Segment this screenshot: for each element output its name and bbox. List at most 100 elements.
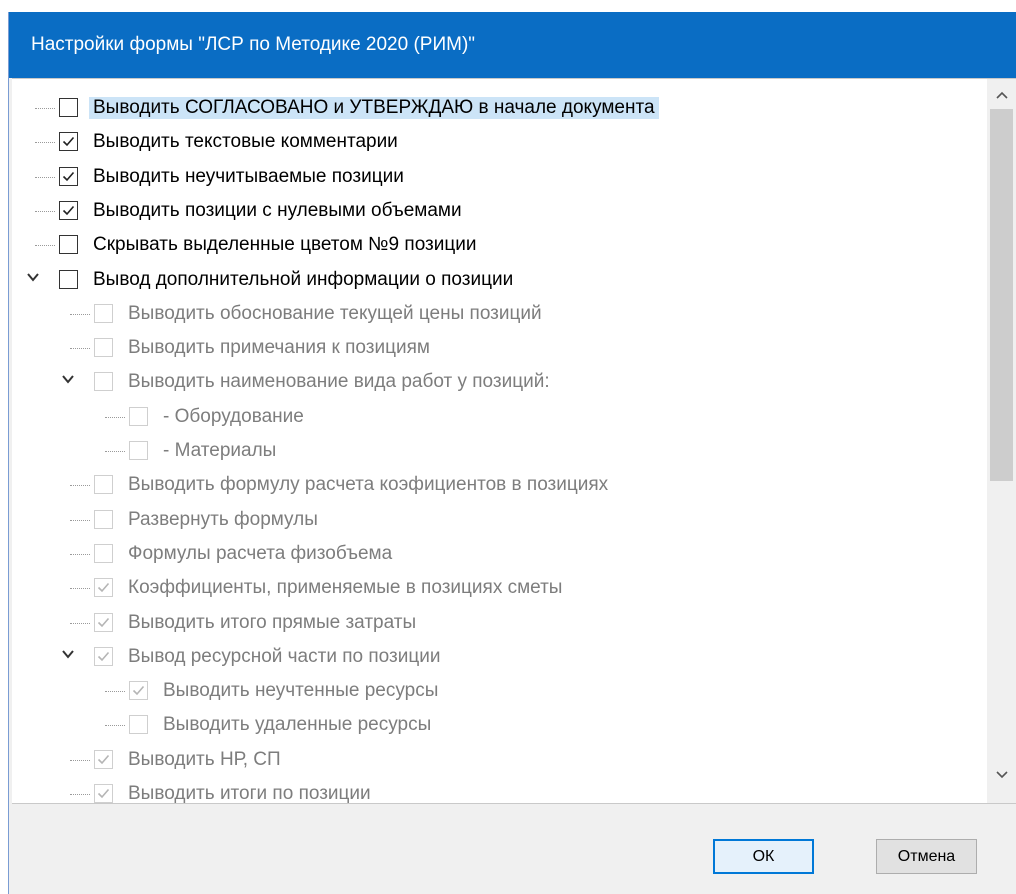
checkbox[interactable]: [94, 578, 113, 598]
tree-item[interactable]: Коэффициенты, применяемые в позициях сме…: [12, 572, 987, 605]
checkbox[interactable]: [129, 681, 148, 701]
checkmark-icon: [97, 583, 110, 593]
checkbox[interactable]: [94, 372, 113, 392]
tree-connector: [70, 553, 90, 555]
tree-connector: [35, 108, 55, 109]
checkbox[interactable]: [59, 235, 78, 255]
tree-connector: [35, 142, 55, 144]
tree-item-label: Выводить неучитываемые позиции: [93, 165, 404, 187]
tree-item-label: Выводить позиции с нулевыми объемами: [93, 199, 462, 221]
tree-item-label: Скрывать выделенные цветом №9 позиции: [93, 234, 477, 256]
tree-item[interactable]: - Оборудование: [12, 401, 987, 434]
tree-item-label: Выводить итоги по позиции: [128, 783, 371, 804]
tree-item-label: Вывод ресурсной части по позиции: [128, 645, 441, 667]
checkbox[interactable]: [129, 715, 148, 735]
checkbox[interactable]: [94, 543, 113, 563]
checkbox[interactable]: [59, 200, 78, 220]
tree-item[interactable]: Выводить наименование вида работ у позиц…: [12, 366, 987, 399]
checkbox[interactable]: [59, 132, 78, 152]
checkbox[interactable]: [59, 98, 78, 117]
tree-item-label: Выводить текстовые комментарии: [93, 131, 398, 153]
tree-connector: [35, 210, 55, 212]
tree-connector: [105, 416, 125, 418]
checkbox[interactable]: [129, 441, 148, 460]
checkmark-icon: [132, 686, 145, 696]
tree-connector: [70, 759, 90, 761]
dialog-titlebar[interactable]: Настройки формы "ЛСР по Методике 2020 (Р…: [9, 12, 1016, 78]
checkbox[interactable]: [94, 646, 113, 666]
options-tree[interactable]: Выводить СОГЛАСОВАНО и УТВЕРЖДАЮ в начал…: [12, 78, 1016, 804]
tree-item-label: - Оборудование: [163, 405, 304, 427]
tree-item[interactable]: Выводить неучтенные ресурсы: [12, 675, 987, 708]
checkbox[interactable]: [94, 612, 113, 632]
tree-connector: [70, 794, 90, 795]
tree-item[interactable]: - Материалы: [12, 435, 987, 468]
tree-item[interactable]: Выводить неучитываемые позиции: [12, 161, 987, 194]
tree-connector: [70, 622, 90, 624]
tree-connector: [105, 691, 125, 693]
checkbox[interactable]: [59, 166, 78, 186]
checkmark-icon: [97, 788, 110, 799]
checkbox[interactable]: [94, 475, 113, 495]
tree-item-label: Выводить удаленные ресурсы: [163, 714, 432, 736]
checkbox[interactable]: [94, 784, 113, 803]
tree-item[interactable]: Скрывать выделенные цветом №9 позиции: [12, 229, 987, 262]
tree-item-label: Выводить неучтенные ресурсы: [163, 680, 439, 702]
tree-item-label: Вывод дополнительной информации о позици…: [93, 268, 514, 290]
tree-item-label: Выводить обоснование текущей цены позици…: [128, 302, 542, 324]
tree-connector: [70, 348, 90, 350]
checkmark-icon: [62, 205, 75, 216]
tree-item[interactable]: Выводить примечания к позициям: [12, 332, 987, 365]
checkbox[interactable]: [94, 303, 113, 323]
tree-connector: [70, 588, 90, 590]
tree-item[interactable]: Выводить позиции с нулевыми объемами: [12, 195, 987, 228]
tree-item-label: Выводить примечания к позициям: [128, 337, 430, 359]
tree-connector: [70, 519, 90, 521]
tree-connector: [35, 176, 55, 178]
chevron-down-icon[interactable]: [61, 647, 75, 661]
tree-item[interactable]: Вывод ресурсной части по позиции: [12, 641, 987, 674]
checkbox[interactable]: [129, 406, 148, 426]
tree-scrollbar[interactable]: [987, 79, 1016, 803]
tree-item-label: Выводить итого прямые затраты: [128, 611, 417, 633]
tree-connector: [70, 485, 90, 487]
tree-item-label: Выводить наименование вида работ у позиц…: [128, 371, 550, 393]
tree-item-label: Выводить СОГЛАСОВАНО и УТВЕРЖДАЮ в начал…: [89, 97, 659, 119]
tree-item-label: Развернуть формулы: [128, 508, 318, 530]
chevron-down-icon[interactable]: [987, 767, 1016, 797]
tree-item[interactable]: Формулы расчета физобъема: [12, 538, 987, 571]
tree-connector: [35, 245, 55, 247]
tree-item-label: Формулы расчета физобъема: [128, 542, 393, 564]
tree-item[interactable]: Вывод дополнительной информации о позици…: [12, 264, 987, 297]
checkmark-icon: [62, 137, 75, 147]
checkbox[interactable]: [94, 509, 113, 529]
tree-item-label: Выводить НР, СП: [128, 748, 281, 770]
tree-item[interactable]: Выводить СОГЛАСОВАНО и УТВЕРЖДАЮ в начал…: [12, 92, 987, 125]
tree-item[interactable]: Выводить текстовые комментарии: [12, 126, 987, 159]
chevron-down-icon[interactable]: [26, 270, 40, 284]
checkmark-icon: [97, 651, 110, 661]
checkmark-icon: [97, 754, 110, 764]
tree-item[interactable]: Выводить удаленные ресурсы: [12, 709, 987, 742]
tree-item[interactable]: Выводить НР, СП: [12, 744, 987, 777]
tree-connector: [70, 313, 90, 315]
checkmark-icon: [62, 171, 75, 181]
checkmark-icon: [97, 617, 110, 627]
tree-item[interactable]: Выводить итоги по позиции: [12, 778, 987, 804]
chevron-down-icon[interactable]: [61, 372, 75, 386]
cancel-button[interactable]: Отмена: [876, 839, 977, 874]
scrollbar-thumb[interactable]: [990, 109, 1013, 481]
ok-button[interactable]: ОК: [713, 839, 814, 874]
dialog-title: Настройки формы "ЛСР по Методике 2020 (Р…: [31, 34, 476, 55]
checkbox[interactable]: [94, 338, 113, 358]
tree-item[interactable]: Развернуть формулы: [12, 504, 987, 537]
settings-dialog: Настройки формы "ЛСР по Методике 2020 (Р…: [9, 12, 1016, 894]
tree-item-label: Выводить формулу расчета коэфициентов в …: [128, 474, 609, 496]
checkbox[interactable]: [59, 269, 78, 289]
tree-item-label: - Материалы: [163, 440, 277, 461]
tree-item[interactable]: Выводить итого прямые затраты: [12, 607, 987, 640]
tree-connector: [105, 725, 125, 727]
tree-item[interactable]: Выводить обоснование текущей цены позици…: [12, 298, 987, 331]
checkbox[interactable]: [94, 749, 113, 769]
tree-item[interactable]: Выводить формулу расчета коэфициентов в …: [12, 469, 987, 502]
